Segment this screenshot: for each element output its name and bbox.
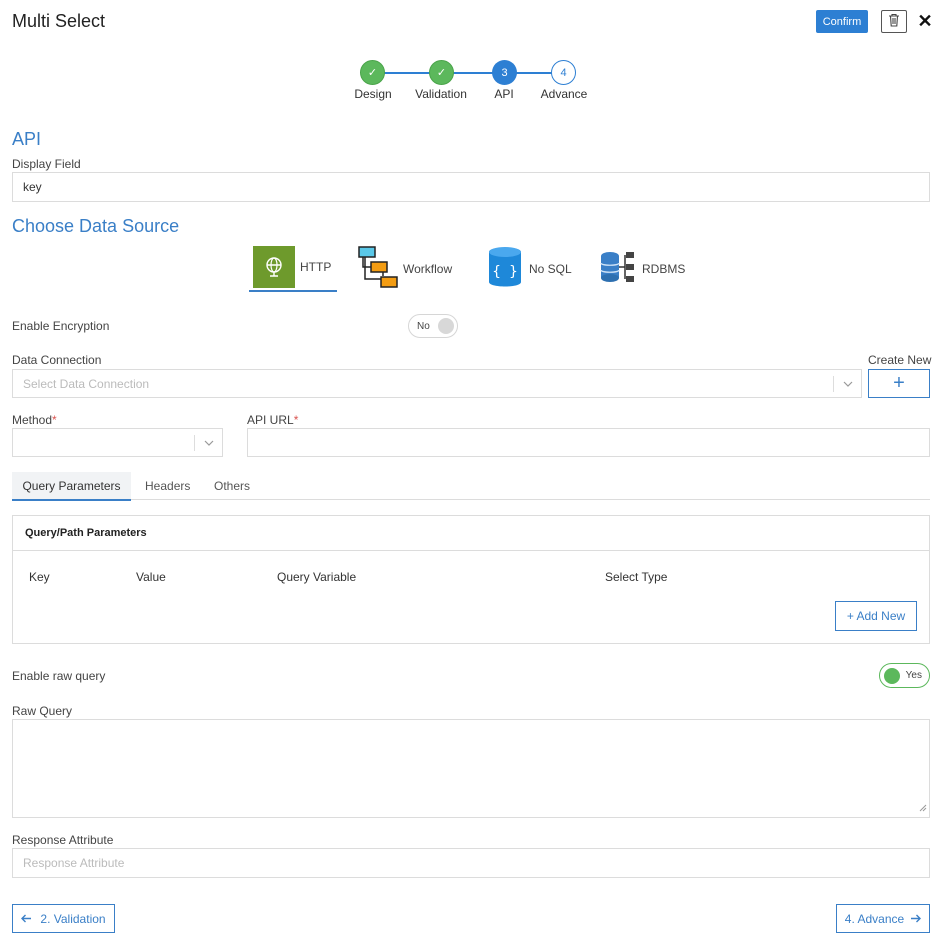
arrow-right-icon — [910, 912, 922, 926]
data-source-http[interactable]: HTTP — [253, 246, 331, 288]
stepper-connector — [384, 72, 430, 74]
close-button[interactable]: ✕ — [915, 10, 935, 32]
raw-query-label: Raw Query — [12, 704, 73, 718]
data-connection-label: Data Connection — [12, 353, 102, 367]
data-source-workflow-label: Workflow — [403, 261, 453, 276]
data-source-http-label: HTTP — [300, 260, 332, 274]
display-field-value: key — [23, 180, 42, 194]
stepper-connector — [453, 72, 493, 74]
next-step-label: 4. Advance — [844, 911, 905, 926]
method-label-text: Method — [12, 413, 53, 427]
required-mark: * — [293, 413, 299, 427]
step-api-marker[interactable]: 3 — [492, 60, 517, 85]
confirm-button[interactable]: Confirm — [816, 10, 868, 33]
data-source-nosql[interactable]: { } No SQL — [488, 246, 572, 291]
create-new-label: Create New — [868, 353, 932, 367]
page-title: Multi Select — [12, 11, 106, 31]
data-connection-placeholder: Select Data Connection — [23, 376, 150, 391]
enable-encryption-label: Enable Encryption — [12, 319, 110, 333]
tab-others[interactable]: Others — [214, 479, 250, 493]
required-mark: * — [52, 413, 57, 427]
response-attribute-label: Response Attribute — [12, 833, 114, 847]
step-design-marker[interactable]: ✓ — [360, 60, 385, 85]
api-url-label-text: API URL — [247, 413, 294, 427]
raw-query-textarea[interactable] — [12, 719, 930, 818]
delete-button[interactable] — [881, 10, 907, 33]
data-source-workflow[interactable]: Workflow — [357, 245, 452, 292]
plus-icon: + — [893, 372, 905, 394]
response-attribute-input[interactable]: Response Attribute — [12, 848, 930, 878]
enable-raw-query-label: Enable raw query — [12, 669, 106, 683]
arrow-left-icon — [21, 912, 32, 926]
display-field-input[interactable]: key — [12, 172, 930, 202]
method-label: Method* — [12, 413, 57, 427]
encryption-toggle[interactable]: No — [408, 314, 458, 338]
close-icon: ✕ — [917, 11, 933, 31]
resize-handle-icon[interactable] — [919, 801, 927, 815]
api-url-label: API URL* — [247, 413, 298, 427]
panel-title: Query/Path Parameters — [25, 527, 147, 539]
query-params-panel: Query/Path Parameters Key Value Query Va… — [12, 515, 930, 644]
column-header-select-type: Select Type — [605, 570, 668, 584]
data-source-selected-indicator — [249, 290, 337, 292]
rdbms-icon — [600, 250, 636, 287]
raw-query-toggle-text: Yes — [905, 670, 922, 681]
column-header-query-variable: Query Variable — [277, 570, 357, 584]
raw-query-toggle[interactable]: Yes — [879, 663, 930, 688]
data-source-title: Choose Data Source — [12, 216, 180, 236]
next-step-button[interactable]: 4. Advance — [836, 904, 930, 933]
api-section-title: API — [12, 129, 42, 149]
step-advance-marker[interactable]: 4 — [551, 60, 576, 85]
globe-icon — [253, 246, 295, 288]
panel-divider — [13, 550, 929, 551]
create-new-button[interactable]: + — [868, 369, 930, 398]
step-advance-label: Advance — [540, 87, 588, 101]
svg-text:{ }: { } — [492, 264, 517, 280]
check-icon: ✓ — [367, 67, 378, 79]
data-source-rdbms-label: RDBMS — [642, 261, 686, 276]
toggle-knob — [884, 667, 900, 684]
stepper-connector — [516, 72, 552, 74]
api-url-input[interactable] — [247, 428, 930, 457]
tab-headers[interactable]: Headers — [145, 479, 190, 493]
add-new-button[interactable]: + Add New — [835, 601, 917, 631]
response-attribute-placeholder: Response Attribute — [23, 856, 125, 870]
data-connection-select[interactable]: Select Data Connection — [12, 369, 862, 398]
toggle-knob — [438, 318, 454, 334]
data-source-nosql-label: No SQL — [529, 261, 572, 276]
column-header-key: Key — [29, 570, 50, 584]
previous-step-label: 2. Validation — [40, 911, 106, 926]
data-source-rdbms[interactable]: RDBMS — [600, 250, 685, 287]
chevron-down-icon — [834, 381, 861, 387]
chevron-down-icon — [195, 440, 222, 446]
check-icon: ✓ — [436, 67, 447, 79]
nosql-icon: { } — [488, 246, 522, 291]
step-validation-marker[interactable]: ✓ — [429, 60, 454, 85]
encryption-toggle-text: No — [417, 320, 430, 332]
tabs-divider — [12, 499, 930, 500]
workflow-icon — [357, 245, 399, 292]
previous-step-button[interactable]: 2. Validation — [12, 904, 115, 933]
trash-icon — [888, 13, 900, 30]
tab-query-parameters[interactable]: Query Parameters — [12, 472, 131, 501]
display-field-label: Display Field — [12, 157, 81, 171]
method-select[interactable] — [12, 428, 223, 457]
column-header-value: Value — [136, 570, 166, 584]
